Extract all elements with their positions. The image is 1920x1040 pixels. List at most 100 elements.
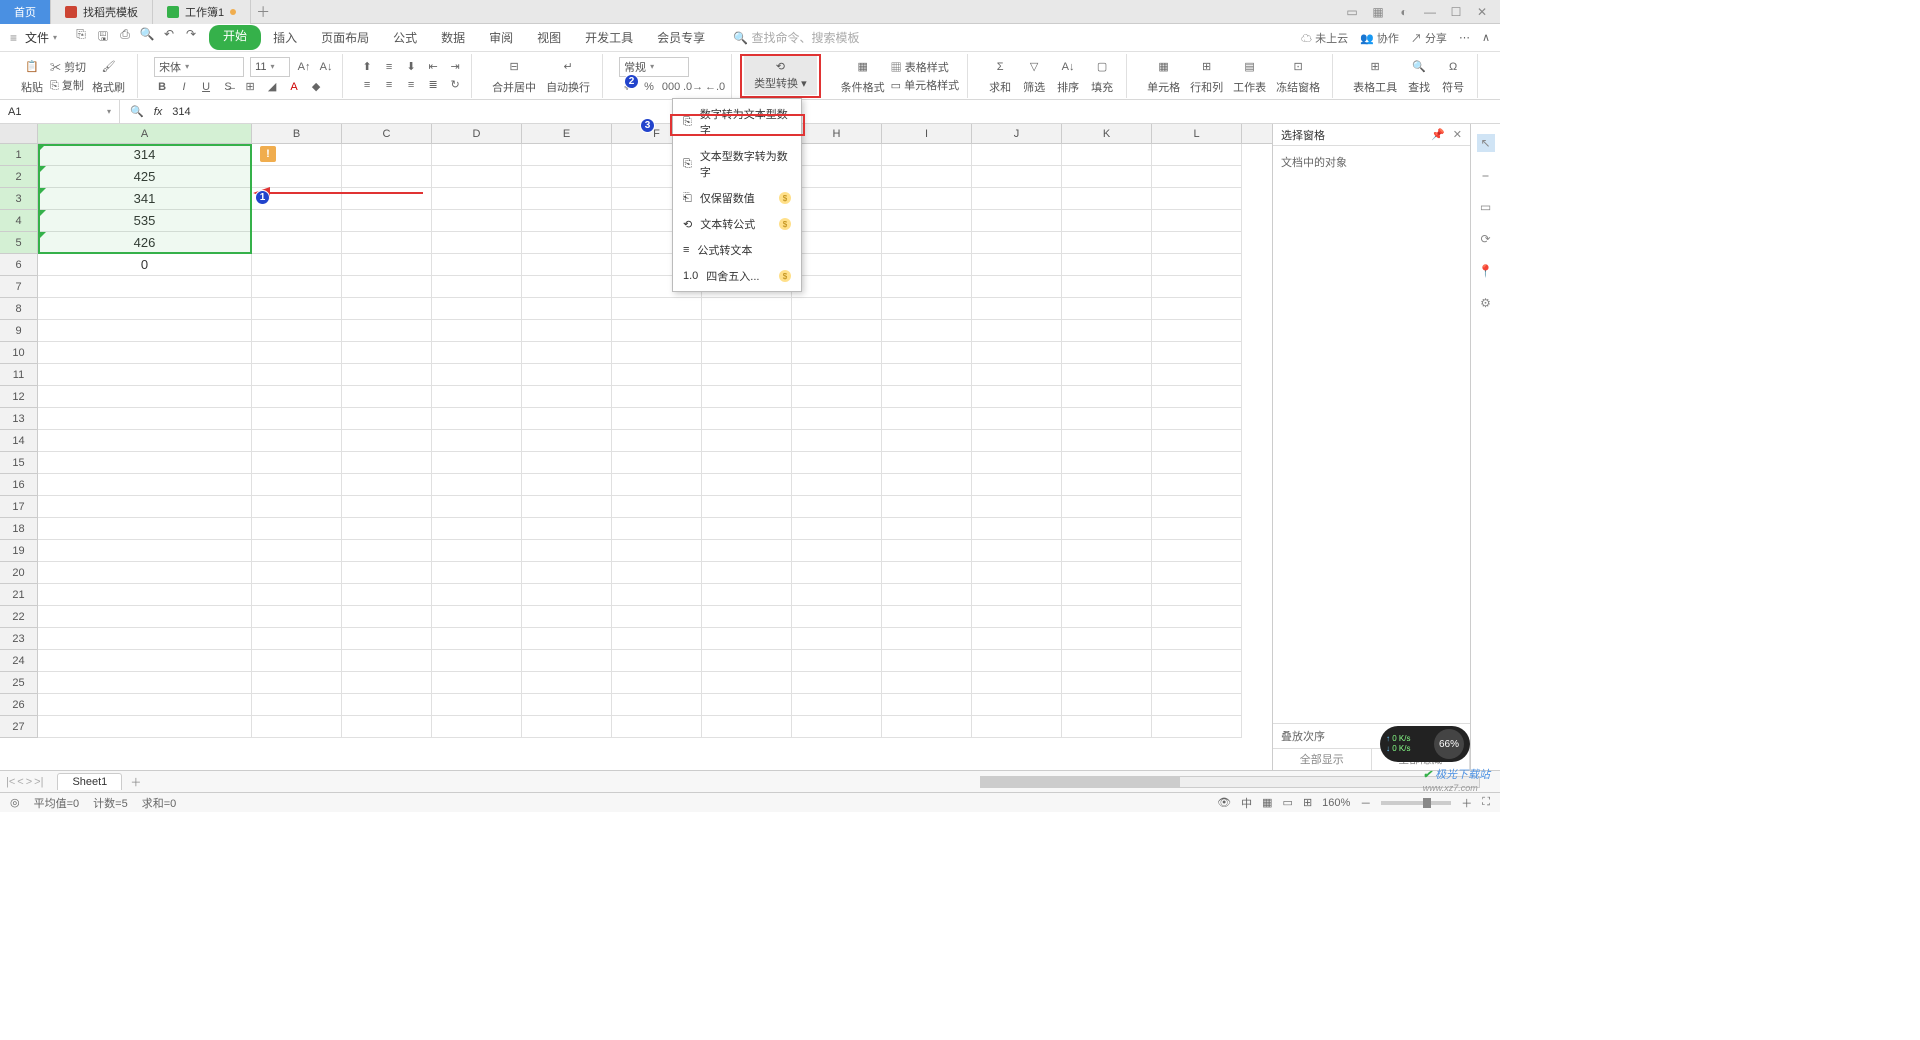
cell[interactable] xyxy=(432,188,522,210)
cell[interactable] xyxy=(1062,386,1152,408)
cell[interactable] xyxy=(972,496,1062,518)
mtab-formula[interactable]: 公式 xyxy=(381,25,429,50)
cell[interactable] xyxy=(1152,298,1242,320)
row-header[interactable]: 25 xyxy=(0,672,37,694)
cell[interactable] xyxy=(792,232,882,254)
cell[interactable] xyxy=(522,232,612,254)
cell[interactable] xyxy=(522,474,612,496)
cell[interactable] xyxy=(1062,232,1152,254)
user-icon[interactable]: ◐ xyxy=(1396,4,1412,20)
cell[interactable] xyxy=(1062,584,1152,606)
close-panel-icon[interactable]: ✕ xyxy=(1453,128,1462,141)
cell[interactable] xyxy=(972,342,1062,364)
cell[interactable] xyxy=(432,144,522,166)
cell[interactable] xyxy=(702,386,792,408)
bold-icon[interactable]: B xyxy=(154,79,170,95)
select-all-corner[interactable] xyxy=(0,124,38,143)
row-header[interactable]: 24 xyxy=(0,650,37,672)
cell[interactable] xyxy=(1152,342,1242,364)
dec-dec-icon[interactable]: ←.0 xyxy=(707,79,723,95)
cell[interactable] xyxy=(1152,474,1242,496)
cell[interactable] xyxy=(882,408,972,430)
row-header[interactable]: 5 xyxy=(0,232,37,254)
freeze-button[interactable]: ⊡冻结窗格 xyxy=(1272,57,1324,95)
cell[interactable] xyxy=(342,430,432,452)
align-top-icon[interactable]: ⬆ xyxy=(359,59,375,75)
cell[interactable] xyxy=(1062,408,1152,430)
merge-button[interactable]: ⊟合并居中 xyxy=(488,57,540,95)
view-page-icon[interactable]: ▭ xyxy=(1283,796,1293,809)
cell[interactable] xyxy=(522,166,612,188)
decrease-font-icon[interactable]: A↓ xyxy=(318,59,334,75)
row-header[interactable]: 12 xyxy=(0,386,37,408)
cell[interactable] xyxy=(612,562,702,584)
preview-icon[interactable]: 🔍 xyxy=(139,27,155,48)
cell[interactable] xyxy=(1152,650,1242,672)
cell[interactable] xyxy=(522,298,612,320)
cell[interactable] xyxy=(882,386,972,408)
cell[interactable] xyxy=(1062,518,1152,540)
cell[interactable] xyxy=(1152,562,1242,584)
cell[interactable] xyxy=(972,144,1062,166)
pin-icon[interactable]: 📌 xyxy=(1431,128,1445,141)
cell[interactable] xyxy=(252,254,342,276)
cell[interactable] xyxy=(792,320,882,342)
cell[interactable] xyxy=(38,518,252,540)
cell[interactable] xyxy=(792,584,882,606)
row-header[interactable]: 7 xyxy=(0,276,37,298)
cell[interactable] xyxy=(792,628,882,650)
last-sheet-icon[interactable]: >| xyxy=(34,776,43,788)
cell[interactable] xyxy=(522,606,612,628)
cell[interactable] xyxy=(972,188,1062,210)
cell[interactable] xyxy=(882,716,972,738)
cell[interactable]: 341 xyxy=(38,188,252,210)
row-header[interactable]: 15 xyxy=(0,452,37,474)
cell[interactable] xyxy=(38,452,252,474)
row-header[interactable]: 13 xyxy=(0,408,37,430)
row-header[interactable]: 4 xyxy=(0,210,37,232)
cell[interactable] xyxy=(342,518,432,540)
col-header[interactable]: E xyxy=(522,124,612,143)
cell[interactable] xyxy=(342,320,432,342)
sheet-grid[interactable]: ABCDEFGHIJKL 123456789101112131415161718… xyxy=(0,124,1272,770)
cell[interactable] xyxy=(972,628,1062,650)
type-convert-button[interactable]: ⟲ 类型转换 ▾ xyxy=(744,56,817,95)
cell[interactable] xyxy=(1062,210,1152,232)
cell[interactable] xyxy=(612,650,702,672)
cell[interactable] xyxy=(702,672,792,694)
cell[interactable] xyxy=(252,364,342,386)
cell[interactable] xyxy=(1152,518,1242,540)
cell[interactable] xyxy=(252,210,342,232)
cell[interactable] xyxy=(702,628,792,650)
cell[interactable] xyxy=(702,342,792,364)
cell[interactable] xyxy=(342,452,432,474)
cell[interactable] xyxy=(432,166,522,188)
cell[interactable] xyxy=(1062,628,1152,650)
cell[interactable] xyxy=(1062,452,1152,474)
find-button[interactable]: 🔍查找 xyxy=(1403,57,1435,95)
cell[interactable] xyxy=(882,606,972,628)
cell[interactable] xyxy=(252,320,342,342)
cell[interactable] xyxy=(432,364,522,386)
mtab-dev[interactable]: 开发工具 xyxy=(573,25,645,50)
cell[interactable] xyxy=(522,518,612,540)
cell[interactable] xyxy=(702,430,792,452)
cell[interactable] xyxy=(522,628,612,650)
cell[interactable] xyxy=(792,298,882,320)
worksheet-button[interactable]: ▤工作表 xyxy=(1229,57,1270,95)
error-indicator-icon[interactable]: ! xyxy=(260,146,276,162)
cell[interactable] xyxy=(972,584,1062,606)
tab-home[interactable]: 首页 xyxy=(0,0,51,24)
cell[interactable] xyxy=(38,408,252,430)
row-header[interactable]: 6 xyxy=(0,254,37,276)
ime-icon[interactable]: 中 xyxy=(1241,795,1252,811)
add-sheet-button[interactable]: ＋ xyxy=(122,774,149,790)
cell[interactable] xyxy=(1062,474,1152,496)
cell[interactable] xyxy=(38,650,252,672)
cell[interactable] xyxy=(252,694,342,716)
cell[interactable] xyxy=(972,716,1062,738)
cell[interactable] xyxy=(252,232,342,254)
cell[interactable] xyxy=(792,694,882,716)
comma-icon[interactable]: 000 xyxy=(663,79,679,95)
cell[interactable] xyxy=(342,386,432,408)
